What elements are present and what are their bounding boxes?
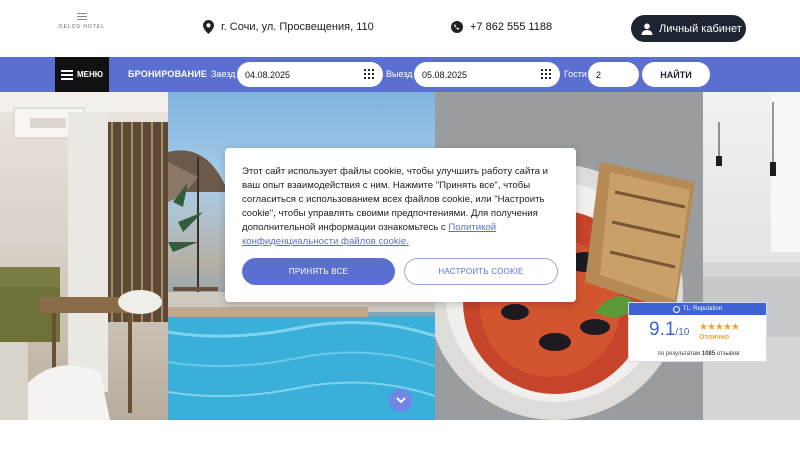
- checkin-label: Заезд: [211, 69, 236, 79]
- page: DELOS HOTEL г. Сочи, ул. Просвещения, 11…: [0, 0, 800, 450]
- reputation-widget[interactable]: TL: Reputation 9.1/10 ★★★★★ Отлично по р…: [628, 302, 767, 362]
- rating-footer: по результатам 1085 отзывов: [629, 351, 768, 357]
- accept-all-button[interactable]: ПРИНЯТЬ ВСЕ: [242, 258, 395, 285]
- calendar-icon[interactable]: [541, 69, 551, 79]
- logo-mark-icon: [77, 13, 87, 20]
- booking-title: БРОНИРОВАНИЕ: [128, 69, 208, 79]
- calendar-icon[interactable]: [364, 69, 374, 79]
- rating-word: Отлично: [699, 334, 730, 341]
- cookie-settings-button[interactable]: НАСТРОИТЬ COOKIE: [404, 258, 558, 285]
- chevron-down-icon: [395, 397, 406, 404]
- checkout-label: Выезд: [386, 69, 413, 79]
- search-button[interactable]: НАЙТИ: [642, 62, 710, 87]
- checkin-date-input[interactable]: 04.08.2025: [237, 62, 383, 87]
- room-photo: [703, 92, 800, 420]
- phone[interactable]: +7 862 555 1188: [451, 21, 552, 33]
- cookie-consent-dialog: Этот сайт использует файлы cookie, чтобы…: [225, 148, 576, 302]
- menu-button[interactable]: МЕНЮ: [55, 57, 109, 92]
- reputation-provider: TL: Reputation: [682, 306, 723, 312]
- reviews-count: 1085: [701, 351, 716, 357]
- address-text: г. Сочи, ул. Просвещения, 110: [221, 21, 374, 33]
- phone-number: +7 862 555 1188: [470, 21, 553, 33]
- guests-label: Гости: [564, 69, 587, 79]
- rating-scale: /10: [675, 327, 690, 338]
- tl-logo-icon: [672, 305, 680, 313]
- personal-account-label: Личный кабинет: [659, 22, 742, 35]
- personal-account-button[interactable]: Личный кабинет: [631, 15, 746, 42]
- rating-score-value: 9.1: [649, 319, 676, 340]
- menu-label: МЕНЮ: [76, 70, 104, 79]
- scroll-down-button[interactable]: [389, 389, 412, 412]
- guests-value: 2: [596, 69, 602, 80]
- cookie-message-text: Этот сайт использует файлы cookie, чтобы…: [242, 166, 549, 233]
- checkout-date-value: 05.08.2025: [422, 69, 468, 80]
- phone-icon: [451, 21, 463, 33]
- rating-stars-icon: ★★★★★: [699, 322, 740, 333]
- logo-text: DELOS HOTEL: [58, 24, 105, 30]
- cookie-message: Этот сайт использует файлы cookie, чтобы…: [242, 165, 559, 249]
- checkout-date-input[interactable]: 05.08.2025: [414, 62, 560, 87]
- user-icon: [641, 23, 653, 35]
- site-header: DELOS HOTEL г. Сочи, ул. Просвещения, 11…: [0, 0, 800, 57]
- lobby-photo: [0, 92, 168, 420]
- guests-input[interactable]: 2: [588, 62, 639, 87]
- location-pin-icon: [203, 20, 214, 34]
- booking-bar: МЕНЮ БРОНИРОВАНИЕ Заезд 04.08.2025 Выезд…: [0, 57, 800, 92]
- page-bottom: [0, 420, 800, 450]
- hotel-logo[interactable]: DELOS HOTEL: [58, 13, 106, 30]
- rating-footer-prefix: по результатам: [657, 351, 701, 357]
- reputation-header: TL: Reputation: [629, 303, 766, 315]
- rating-footer-suffix: отзывов: [716, 351, 740, 357]
- checkin-date-value: 04.08.2025: [245, 69, 291, 80]
- hamburger-icon: [60, 69, 73, 80]
- rating-score: 9.1/10: [649, 319, 689, 341]
- address[interactable]: г. Сочи, ул. Просвещения, 110: [203, 20, 374, 34]
